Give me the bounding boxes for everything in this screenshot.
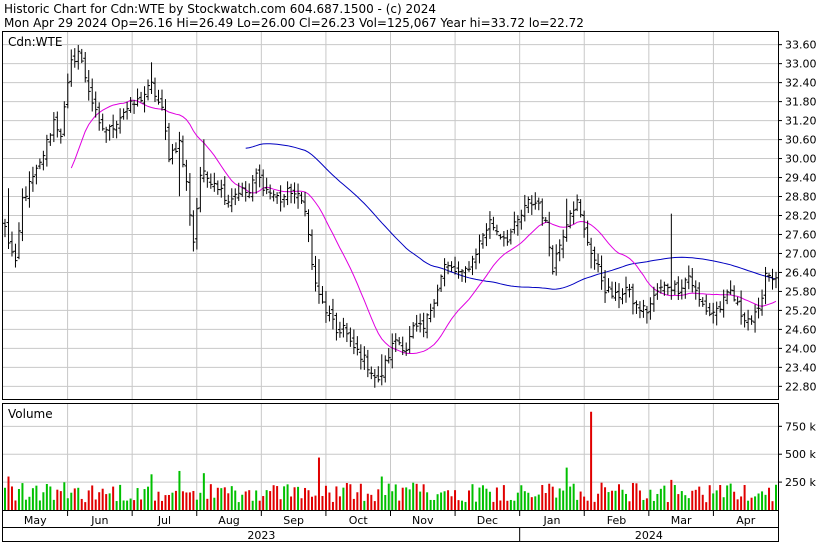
month-label: Jul [157,514,171,527]
price-tick-label: 33.00 [785,58,817,71]
price-tick-label: 25.20 [785,304,817,317]
volume-tick-label: 250 k [785,476,816,489]
price-tick-label: 27.60 [785,228,817,241]
price-tick-label: 27.00 [785,247,817,260]
price-tick-label: 32.40 [785,77,817,90]
header-line-2: Mon Apr 29 2024 Op=26.16 Hi=26.49 Lo=26.… [4,16,584,30]
month-label: Sep [283,514,304,527]
price-tick-label: 24.00 [785,342,817,355]
volume-tick-label: 750 k [785,420,816,433]
price-tick-label: 26.40 [785,266,817,279]
volume-label: Volume [8,407,53,421]
year-label: 2024 [635,529,663,542]
price-tick-label: 22.80 [785,380,817,393]
stock-chart: Historic Chart for Cdn:WTE by Stockwatch… [0,0,830,543]
price-tick-label: 33.60 [785,39,817,52]
chart-svg: Historic Chart for Cdn:WTE by Stockwatch… [0,0,830,543]
month-label: May [24,514,47,527]
price-tick-label: 28.80 [785,191,817,204]
price-tick-label: 31.80 [785,96,817,109]
symbol-label: Cdn:WTE [8,35,62,49]
month-label: Apr [736,514,756,527]
month-label: Nov [412,514,434,527]
month-label: Jan [542,514,560,527]
volume-tick-label: 500 k [785,448,816,461]
month-label: Feb [607,514,626,527]
price-tick-label: 29.40 [785,172,817,185]
price-tick-label: 30.00 [785,153,817,166]
month-label: Aug [218,514,239,527]
month-label: Dec [477,514,498,527]
month-label: Oct [349,514,369,527]
month-label: Mar [671,514,692,527]
price-tick-label: 28.20 [785,210,817,223]
price-tick-label: 23.40 [785,361,817,374]
price-tick-label: 30.60 [785,134,817,147]
header-line-1: Historic Chart for Cdn:WTE by Stockwatch… [4,2,436,16]
price-tick-label: 24.60 [785,323,817,336]
year-label: 2023 [247,529,275,542]
month-label: Jun [90,514,108,527]
price-tick-label: 25.80 [785,285,817,298]
price-tick-label: 31.20 [785,115,817,128]
